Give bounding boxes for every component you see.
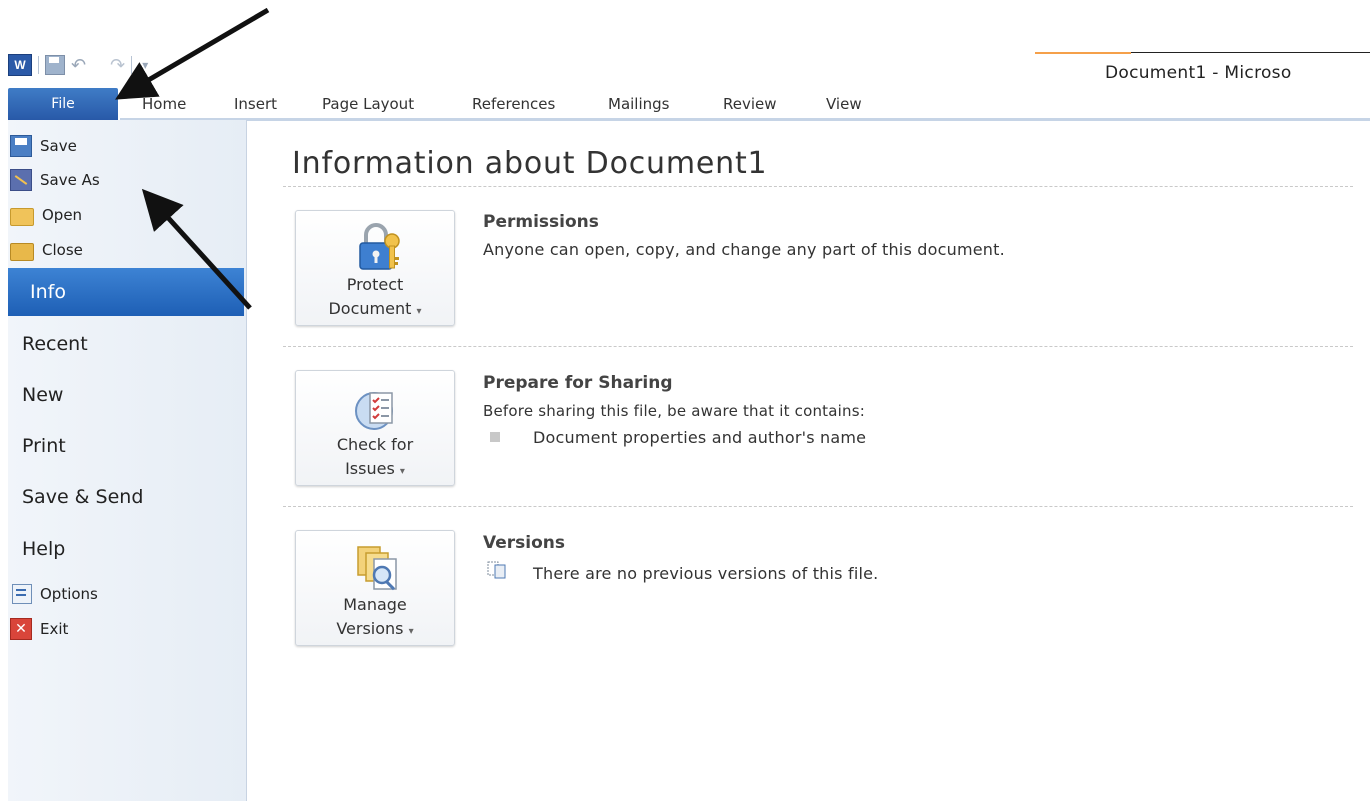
save-label: Save (40, 137, 77, 155)
save-as-icon (10, 169, 32, 191)
checklist-icon (344, 381, 408, 435)
nav-new[interactable]: New (22, 384, 63, 406)
save-as-command[interactable]: Save As (10, 166, 100, 194)
lock-key-icon (344, 221, 408, 275)
exit-command[interactable]: ✕ Exit (10, 615, 68, 643)
options-command[interactable]: Options (10, 580, 98, 608)
nav-print[interactable]: Print (22, 435, 66, 457)
check-for-issues-button[interactable]: Check for Issues ▾ (295, 370, 455, 486)
customize-toolbar-icon[interactable]: ▾ (142, 58, 148, 72)
dropdown-arrow-icon: ▾ (399, 466, 405, 477)
sharing-bullet-item: Document properties and author's name (533, 428, 867, 447)
tab-page-layout[interactable]: Page Layout (322, 95, 414, 113)
page-title: Information about Document1 (292, 146, 768, 181)
bullet-icon (490, 432, 500, 442)
check-for-issues-label-1: Check for (336, 435, 414, 454)
nav-info-label: Info (30, 281, 66, 303)
toolbar-separator (38, 56, 39, 74)
protect-document-label-1: Protect (346, 275, 404, 294)
tab-insert[interactable]: Insert (234, 95, 277, 113)
tab-review[interactable]: Review (723, 95, 777, 113)
quick-access-toolbar: W ↶ ↷ ▾ (8, 52, 148, 78)
close-label: Close (42, 241, 83, 259)
word-icon[interactable]: W (8, 54, 32, 76)
title-divider-line (283, 186, 1353, 187)
arrow-to-file-tab (115, 7, 270, 100)
protect-document-label-2: Document ▾ (296, 297, 454, 323)
section-divider (283, 346, 1353, 347)
dropdown-arrow-icon: ▾ (416, 306, 422, 317)
tab-references[interactable]: References (472, 95, 555, 113)
versions-text: There are no previous versions of this f… (533, 564, 879, 583)
manage-versions-label-text: Versions (336, 619, 404, 638)
versions-heading: Versions (483, 533, 565, 553)
window-title: Document1 - Microso (1105, 63, 1292, 83)
tab-file[interactable]: File (8, 88, 118, 120)
open-folder-icon (10, 208, 34, 226)
tab-view[interactable]: View (826, 95, 862, 113)
toolbar-separator (131, 56, 133, 74)
tab-home[interactable]: Home (142, 95, 186, 113)
manage-versions-button[interactable]: Manage Versions ▾ (295, 530, 455, 646)
check-for-issues-label-2: Issues ▾ (296, 457, 454, 483)
manage-versions-label-2: Versions ▾ (296, 617, 454, 643)
tab-mailings[interactable]: Mailings (608, 95, 669, 113)
protect-document-button[interactable]: Protect Document ▾ (295, 210, 455, 326)
title-divider (1131, 52, 1370, 53)
options-label: Options (40, 585, 98, 603)
open-command[interactable]: Open (10, 201, 82, 229)
dropdown-arrow-icon: ▾ (408, 626, 414, 637)
close-command[interactable]: Close (10, 236, 83, 264)
nav-help[interactable]: Help (22, 538, 65, 560)
title-accent-bar (1035, 52, 1131, 54)
save-command[interactable]: Save (10, 132, 77, 160)
save-as-label: Save As (40, 171, 100, 189)
ribbon-underline (120, 118, 1370, 121)
open-label: Open (42, 206, 83, 224)
check-for-issues-label-text: Issues (345, 459, 395, 478)
save-icon[interactable] (45, 55, 65, 75)
prepare-sharing-heading: Prepare for Sharing (483, 373, 673, 393)
prepare-sharing-text: Before sharing this file, be aware that … (483, 402, 865, 420)
section-divider (283, 506, 1353, 507)
redo-icon[interactable]: ↷ (110, 55, 125, 76)
protect-document-label-text: Document (328, 299, 412, 318)
versions-icon (344, 541, 408, 595)
nav-save-send[interactable]: Save & Send (22, 486, 143, 508)
close-folder-icon (10, 243, 34, 261)
undo-icon[interactable]: ↶ (71, 55, 86, 76)
versions-small-icon (486, 560, 508, 580)
manage-versions-label-1: Manage (343, 595, 407, 614)
options-icon (12, 584, 32, 604)
save-icon (10, 135, 32, 157)
exit-icon: ✕ (10, 618, 32, 640)
nav-recent[interactable]: Recent (22, 333, 88, 355)
exit-label: Exit (40, 620, 69, 638)
permissions-heading: Permissions (483, 212, 599, 232)
permissions-text: Anyone can open, copy, and change any pa… (483, 240, 1005, 259)
